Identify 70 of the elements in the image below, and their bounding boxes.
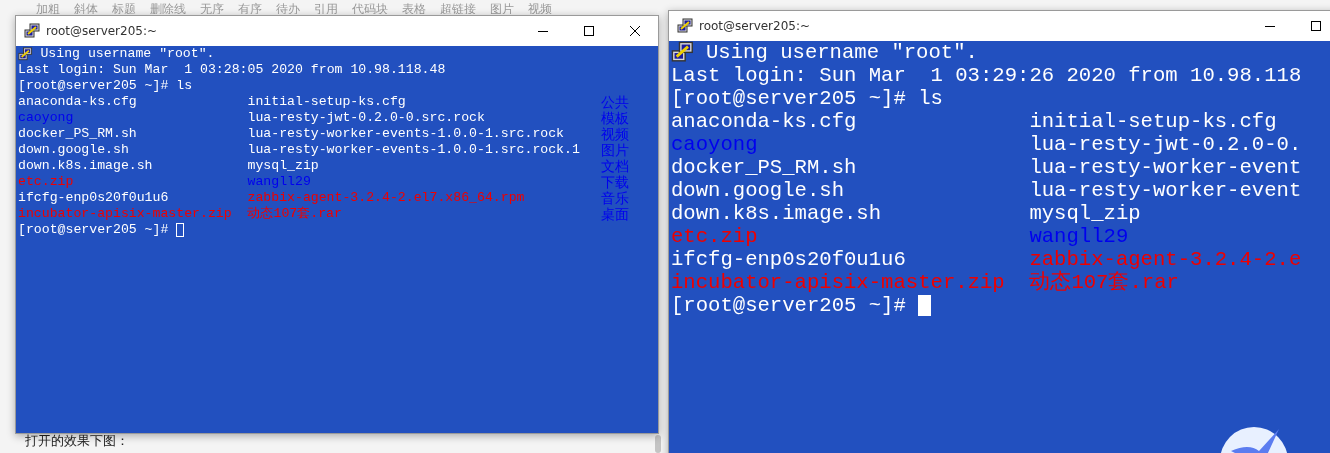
- file-name: caoyong: [18, 110, 74, 126]
- file-name: etc.zip: [18, 174, 74, 190]
- terminal-app-icon: [24, 23, 40, 39]
- maximize-icon: [584, 26, 594, 36]
- terminal-text: 模板: [601, 110, 629, 126]
- terminal-text: Using username "root".: [706, 41, 978, 64]
- file-name: ifcfg-enp0s20f0u1u6: [671, 248, 906, 271]
- file-name: zabbix-agent-3.2.4-2.e: [1029, 248, 1302, 271]
- toolbar-item[interactable]: 删除线: [150, 3, 186, 14]
- file-name: anaconda-ks.cfg: [671, 110, 857, 133]
- file-name: wangll29: [247, 174, 311, 190]
- terminal-text: 文档: [601, 158, 629, 174]
- terminal-text: Last login: Sun Mar 1 03:29:26 2020 from 10.98.118: [671, 64, 1302, 87]
- toolbar-item[interactable]: 待办: [276, 3, 300, 14]
- file-name: lua-resty-jwt-0.2.0-0.src.rock: [247, 110, 485, 126]
- file-name: down.k8s.image.sh: [671, 202, 882, 225]
- file-name: down.google.sh: [671, 179, 845, 202]
- file-name: wangll29: [1029, 225, 1129, 248]
- file-name: lua-resty-worker-events-1.0.0-1.src.rock: [247, 126, 565, 142]
- toolbar-item[interactable]: 标题: [112, 3, 136, 14]
- paragraph-text: 打开的效果下图：: [25, 432, 129, 450]
- toolbar-item[interactable]: 有序: [238, 3, 262, 14]
- file-name: caoyong: [671, 133, 758, 156]
- terminal-prompt: [root@server205 ~]#: [18, 222, 169, 238]
- terminal-text: 公共: [601, 94, 629, 110]
- file-name: incubator-apisix-master.zip: [18, 206, 232, 222]
- window-title: root@server205:~: [46, 24, 159, 38]
- file-name: etc.zip: [671, 225, 758, 248]
- file-name: down.google.sh: [18, 142, 129, 158]
- terminal-prompt: [root@server205 ~]#: [671, 294, 906, 317]
- close-icon: [630, 26, 640, 36]
- file-name: ifcfg-enp0s20f0u1u6: [18, 190, 169, 206]
- file-name: initial-setup-ks.cfg: [1029, 110, 1277, 133]
- terminal-text: 下载: [601, 174, 629, 190]
- terminal-text: 图片: [601, 142, 629, 158]
- maximize-icon: [1311, 21, 1321, 31]
- toolbar-item[interactable]: 引用: [314, 3, 338, 14]
- file-name: anaconda-ks.cfg: [18, 94, 137, 110]
- file-name: docker_PS_RM.sh: [18, 126, 137, 142]
- file-name: lua-resty-jwt-0.2.0-0.: [1029, 133, 1302, 156]
- file-name: lua-resty-worker-events-1.0.0-1.src.rock.1: [247, 142, 580, 158]
- file-name: mysql_zip: [247, 158, 319, 174]
- toolbar-item[interactable]: 表格: [402, 3, 426, 14]
- terminal-text: Last login: Sun Mar 1 03:28:05 2020 from 10.98.118.48: [18, 62, 446, 78]
- toolbar-item[interactable]: 视频: [528, 3, 552, 14]
- toolbar-item[interactable]: 超链接: [440, 3, 476, 14]
- terminal-text: [root@server205 ~]# ls: [671, 87, 943, 110]
- file-name: 动态107套.rar: [247, 206, 342, 222]
- scrollbar-thumb[interactable]: [655, 435, 661, 453]
- toolbar-item[interactable]: 斜体: [74, 3, 98, 14]
- terminal-text: [root@server205 ~]# ls: [18, 78, 193, 94]
- file-name: docker_PS_RM.sh: [671, 156, 857, 179]
- file-name: incubator-apisix-master.zip: [671, 271, 1005, 294]
- toolbar-item[interactable]: 图片: [490, 3, 514, 14]
- file-name: initial-setup-ks.cfg: [247, 94, 406, 110]
- toolbar-item[interactable]: 无序: [200, 3, 224, 14]
- terminal-app-icon: [677, 18, 693, 34]
- terminal-text: Using username "root".: [40, 46, 215, 62]
- window-title: root@server205:~: [699, 19, 812, 33]
- file-name: zabbix-agent-3.2.4-2.el7.x86_64.rpm: [247, 190, 525, 206]
- terminal-text: 桌面: [601, 206, 629, 222]
- toolbar-item[interactable]: 加粗: [36, 3, 60, 14]
- file-name: lua-resty-worker-event: [1029, 156, 1302, 179]
- file-name: mysql_zip: [1029, 202, 1141, 225]
- file-name: lua-resty-worker-event: [1029, 179, 1302, 202]
- terminal-text: 视频: [601, 126, 629, 142]
- file-name: 动态107套.rar: [1029, 271, 1179, 294]
- file-name: down.k8s.image.sh: [18, 158, 153, 174]
- toolbar-item[interactable]: 代码块: [352, 3, 388, 14]
- terminal-text: 音乐: [601, 190, 629, 206]
